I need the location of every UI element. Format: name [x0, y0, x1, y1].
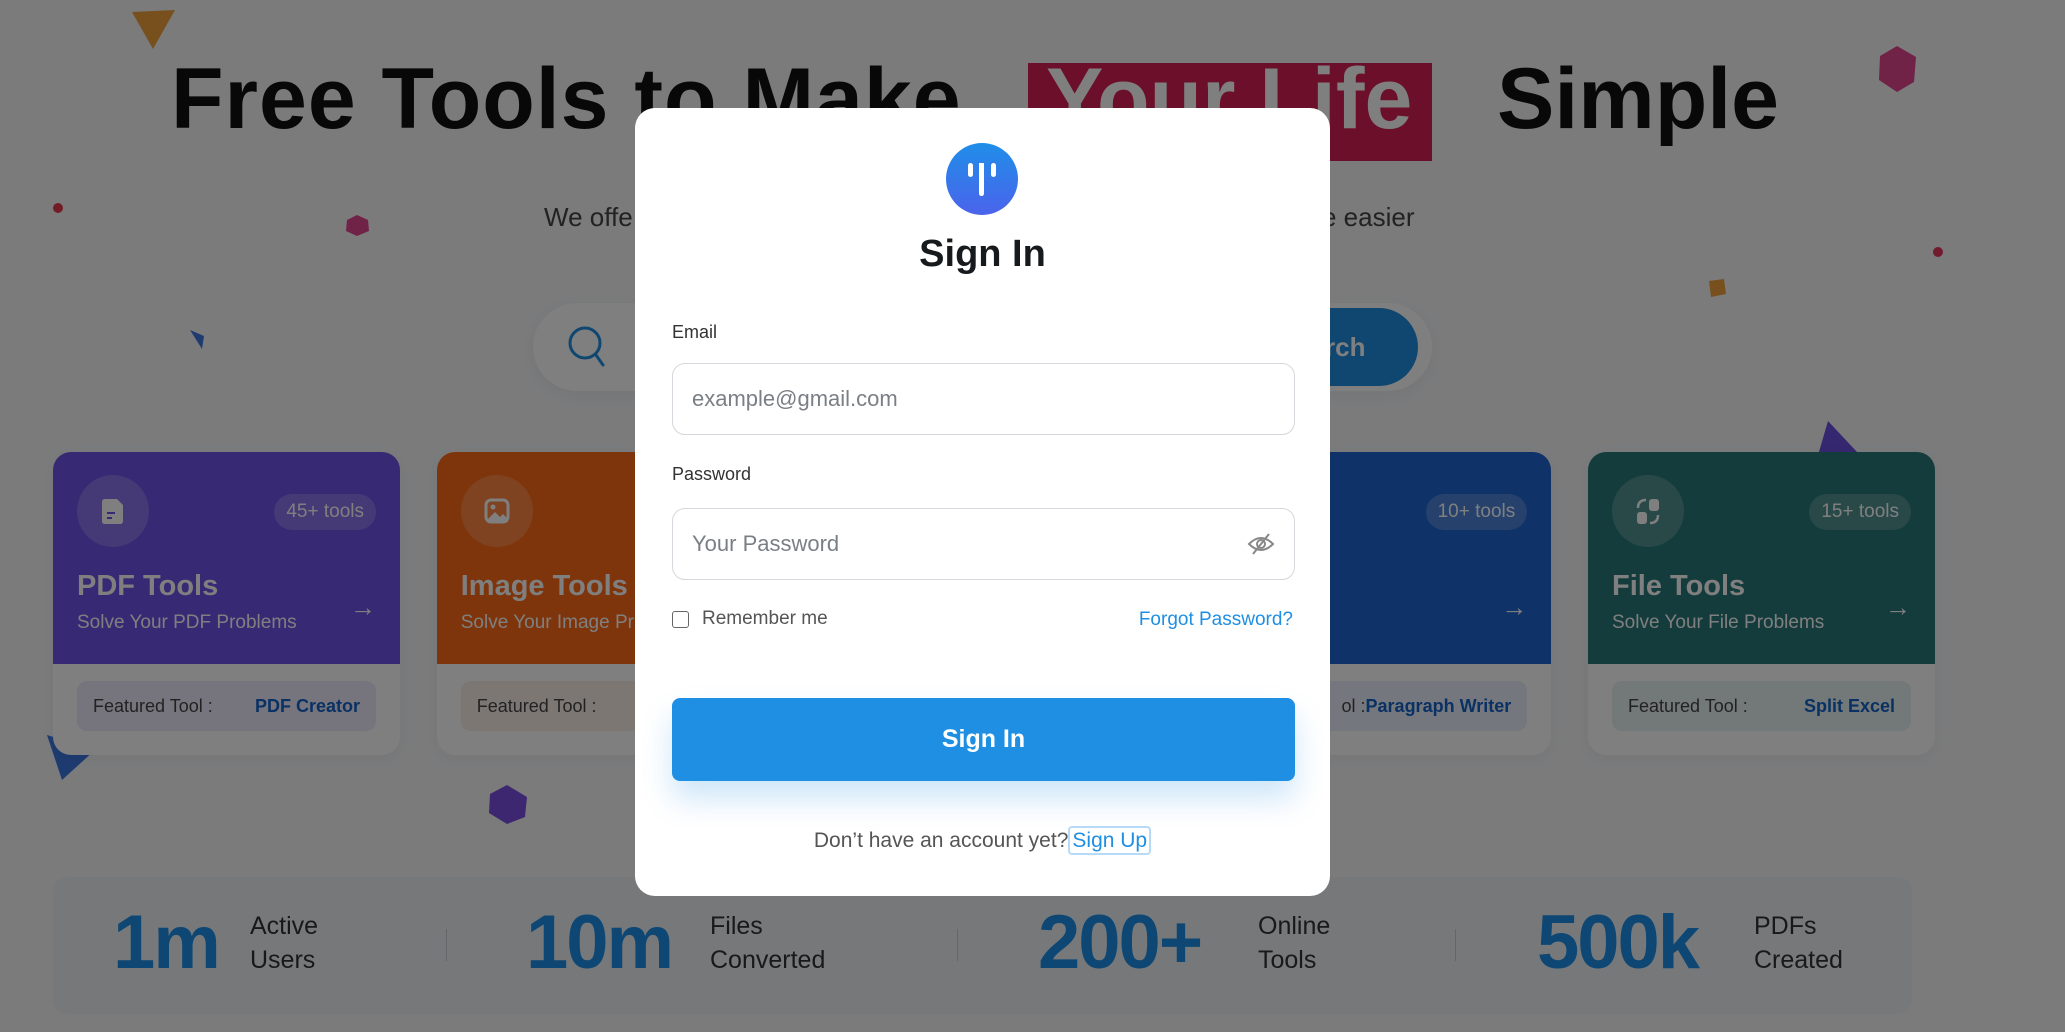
- eye-off-icon[interactable]: [1247, 532, 1275, 556]
- app-logo: [946, 143, 1018, 215]
- sign-in-button[interactable]: Sign In: [672, 698, 1295, 781]
- password-field-wrapper: [635, 508, 1330, 580]
- signup-prompt: Don’t have an account yet? Sign Up: [635, 826, 1330, 855]
- email-label: Email: [672, 322, 718, 342]
- sign-in-modal: Sign In Email Password Remember me Forgo…: [635, 108, 1330, 896]
- email-field[interactable]: [672, 363, 1295, 435]
- sign-up-link[interactable]: Sign Up: [1068, 826, 1152, 855]
- password-label: Password: [672, 464, 752, 484]
- forgot-password-link[interactable]: Forgot Password?: [1139, 609, 1293, 631]
- checkbox[interactable]: [672, 610, 689, 628]
- remember-me-checkbox[interactable]: Remember me: [672, 608, 828, 630]
- password-field[interactable]: [672, 508, 1295, 580]
- logo-icon: [968, 163, 996, 196]
- modal-title: Sign In: [919, 233, 1046, 275]
